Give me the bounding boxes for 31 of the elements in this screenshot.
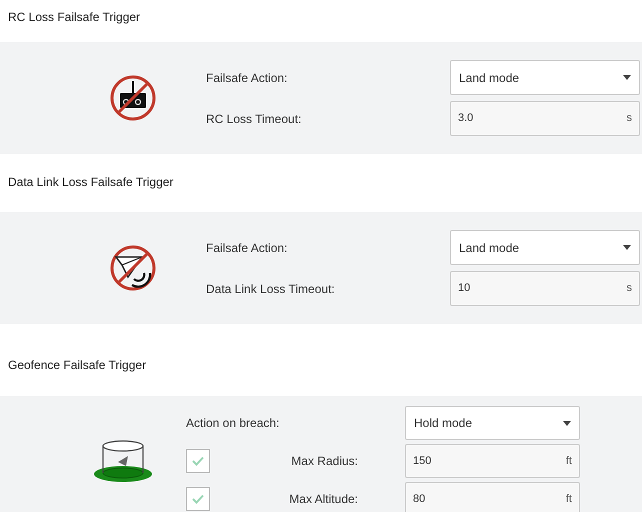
field-label: RC Loss Timeout: bbox=[206, 112, 302, 126]
field-label: Max Radius: bbox=[291, 453, 358, 470]
mode-dropdown[interactable]: Land mode bbox=[450, 60, 640, 95]
dropdown-caret-icon bbox=[563, 420, 571, 426]
section-title: Data Link Loss Failsafe Trigger bbox=[8, 175, 174, 189]
no-remote-control-icon bbox=[108, 73, 158, 123]
unit-label: s bbox=[626, 281, 632, 296]
checkbox[interactable] bbox=[186, 487, 210, 511]
checkmark-icon bbox=[192, 494, 204, 504]
unit-label: s bbox=[626, 111, 632, 126]
checkmark-icon bbox=[192, 456, 204, 466]
field-label: Failsafe Action: bbox=[206, 70, 288, 84]
section-title: RC Loss Failsafe Trigger bbox=[8, 10, 140, 24]
number-field[interactable]: 3.0 s bbox=[450, 101, 640, 136]
field-label: Action on breach: bbox=[186, 416, 280, 430]
checkbox[interactable] bbox=[186, 449, 210, 473]
unit-label: ft bbox=[566, 492, 572, 507]
geofence-cylinder-icon bbox=[92, 438, 154, 484]
unit-label: ft bbox=[566, 454, 572, 469]
dropdown-caret-icon bbox=[623, 75, 631, 80]
number-field[interactable]: 150 ft bbox=[405, 444, 580, 478]
number-field[interactable]: 80 ft bbox=[405, 482, 580, 512]
number-field[interactable]: 10 s bbox=[450, 271, 640, 306]
mode-dropdown[interactable]: Land mode bbox=[450, 230, 640, 265]
dropdown-caret-icon bbox=[623, 245, 631, 250]
section-title: Geofence Failsafe Trigger bbox=[8, 358, 146, 372]
mode-dropdown[interactable]: Hold mode bbox=[405, 406, 580, 440]
no-data-link-icon bbox=[108, 243, 158, 293]
field-label: Data Link Loss Timeout: bbox=[206, 282, 335, 296]
field-label: Failsafe Action: bbox=[206, 240, 288, 254]
field-label: Max Altitude: bbox=[289, 491, 358, 508]
